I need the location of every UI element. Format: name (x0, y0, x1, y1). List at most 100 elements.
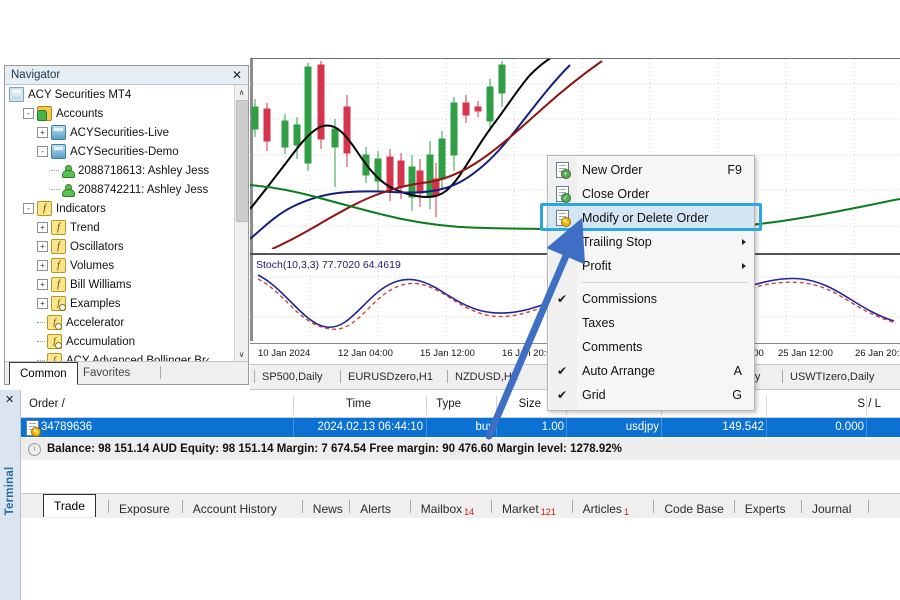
account-status-text: Balance: 98 151.14 AUD Equity: 98 151.14… (47, 443, 622, 455)
tree-item[interactable]: ACY Securities MT4 (5, 85, 234, 104)
terminal-tab-exposure[interactable]: Exposure (119, 497, 170, 516)
tree-item[interactable]: + f Trend (5, 218, 234, 237)
terminal-tab-trade[interactable]: Trade (43, 494, 96, 517)
expand-icon[interactable]: + (37, 279, 48, 290)
cell-divider (566, 418, 567, 437)
terminal-tab-market[interactable]: Market 121 (502, 497, 556, 517)
tree-item[interactable]: f ACY Advanced Bollinger Br‹ (5, 351, 234, 361)
chart-tab[interactable]: SP500,Daily (262, 368, 323, 386)
orders-table-header[interactable]: Order / Time Type Size S / L (21, 394, 900, 418)
menu-item-grid[interactable]: ✔ Grid G (548, 383, 754, 407)
tab-separator (782, 370, 783, 383)
chart-tab[interactable]: EURUSDzero,H1 (348, 368, 433, 386)
menu-item-comments[interactable]: Comments (548, 335, 754, 359)
tree-item[interactable]: + f Oscillators (5, 237, 234, 256)
terminal-tab-articles[interactable]: Articles 1 (583, 497, 629, 517)
expand-icon[interactable]: + (37, 241, 48, 252)
table-row[interactable]: ✎ 34789636 2024.02.13 06:44:10 buy 1.00 usdjp… (21, 418, 900, 437)
menu-item-label: Trailing Stop (582, 235, 652, 249)
tab-separator (447, 370, 448, 383)
check-icon: ✔ (556, 364, 568, 378)
menu-item-new-order[interactable]: + New Order F9 (548, 158, 754, 182)
expand-icon[interactable]: + (37, 222, 48, 233)
tab-badge-count: 121 (540, 507, 556, 517)
terminal-tabbar[interactable]: Trade Exposure Account History News Alerts Ma… (21, 493, 900, 518)
tree-item[interactable]: + f Examples (5, 294, 234, 313)
terminal-tab-account-history[interactable]: Account History (193, 497, 277, 516)
menu-item-taxes[interactable]: Taxes (548, 311, 754, 335)
menu-item-commissions[interactable]: ✔ Commissions (548, 287, 754, 311)
column-divider[interactable] (426, 396, 427, 415)
chevron-down-icon[interactable]: ∨ (235, 347, 248, 361)
time-axis-label: 10 Jan 2024 (258, 348, 311, 359)
tree-item[interactable]: 2088718613: Ashley Jess (5, 161, 234, 180)
function-icon: f (51, 239, 66, 254)
tab-badge-count: 14 (464, 507, 475, 517)
navigator-tab-favorites[interactable]: Favorites (73, 363, 140, 383)
server-icon (51, 125, 66, 140)
scrollbar-thumb[interactable] (236, 100, 248, 222)
order-icon: ✎ (25, 420, 41, 437)
close-icon[interactable]: ✕ (230, 69, 244, 81)
terminal-content: Order / Time Type Size S / L ✎ 34789636 2024.0… (21, 390, 900, 600)
tab-separator (160, 366, 161, 379)
tree-item[interactable]: 2088742211: Ashley Jess (5, 180, 234, 199)
terminal-panel[interactable]: ✕ Terminal Order / Time Type Size S / L ✎ 347… (0, 390, 900, 600)
tree-item[interactable]: f Accumulation (5, 332, 234, 351)
cell-divider (496, 418, 497, 437)
column-header[interactable]: Time (301, 398, 371, 410)
tab-separator (181, 500, 183, 513)
tab-separator (571, 500, 573, 513)
terminal-tab-code-base[interactable]: Code Base (664, 497, 723, 516)
navigator-panel[interactable]: Navigator ✕ ACY Securities MT4 - Accounts +… (4, 65, 249, 385)
column-divider[interactable] (866, 396, 867, 415)
chart-tab[interactable]: USWTIzero,Daily (790, 368, 874, 386)
terminal-sidebar: ✕ Terminal (0, 390, 21, 600)
check-icon: ✔ (556, 292, 568, 306)
terminal-tab-mailbox[interactable]: Mailbox 14 (421, 497, 475, 517)
column-header[interactable]: S / L (811, 398, 881, 410)
tree-item[interactable]: - Accounts (5, 104, 234, 123)
terminal-vertical-label: Terminal (4, 466, 16, 516)
collapse-icon[interactable]: - (23, 108, 34, 119)
tree-item[interactable]: + f Bill Williams (5, 275, 234, 294)
cell-divider (661, 418, 662, 437)
terminal-tab-news[interactable]: News (313, 497, 343, 516)
tree-item[interactable]: + f Volumes (5, 256, 234, 275)
navigator-scrollbar[interactable]: ∧ ∨ (234, 85, 248, 361)
expand-icon[interactable]: + (37, 260, 48, 271)
tree-item[interactable]: - ACYSecurities-Demo (5, 142, 234, 161)
column-divider[interactable] (496, 396, 497, 415)
terminal-close-icon[interactable]: ✕ (5, 393, 14, 406)
chart-tab[interactable]: NZDUSD,H1 (455, 368, 518, 386)
tree-connector (51, 189, 59, 190)
column-divider[interactable] (293, 396, 294, 415)
expand-icon[interactable]: + (37, 298, 48, 309)
chevron-up-icon[interactable]: ∧ (235, 85, 248, 99)
tree-item[interactable]: - f Indicators (5, 199, 234, 218)
expand-icon[interactable]: + (37, 127, 48, 138)
menu-item-auto-arrange[interactable]: ✔ Auto Arrange A (548, 359, 754, 383)
terminal-tab-experts[interactable]: Experts (745, 497, 786, 516)
terminal-tab-journal[interactable]: Journal (812, 497, 851, 516)
collapse-icon[interactable]: - (23, 203, 34, 214)
cell-divider (426, 418, 427, 437)
tree-item[interactable]: + ACYSecurities-Live (5, 123, 234, 142)
tree-item[interactable]: f Accelerator (5, 313, 234, 332)
navigator-tabbar[interactable]: Common Favorites (5, 361, 248, 385)
accounts-icon (37, 106, 52, 121)
collapse-icon[interactable]: - (37, 146, 48, 157)
tab-separator (491, 500, 492, 513)
navigator-tab-common[interactable]: Common (9, 362, 78, 385)
menu-item-trailing-stop[interactable]: Trailing Stop (548, 230, 754, 254)
custom-function-icon: f (47, 353, 62, 361)
check-icon: ✔ (556, 388, 568, 402)
menu-item-label: Auto Arrange (582, 364, 655, 378)
column-header[interactable]: Order / (29, 398, 65, 410)
navigator-tree[interactable]: ACY Securities MT4 - Accounts + ACYSecuritie… (5, 85, 248, 361)
order-context-menu[interactable]: + New Order F9 ✓ Close Order ✎ Modify or Delet… (547, 155, 755, 411)
menu-item-profit[interactable]: Profit (548, 254, 754, 278)
column-divider[interactable] (766, 396, 767, 415)
terminal-tab-alerts[interactable]: Alerts (360, 497, 391, 516)
column-header[interactable]: Size (471, 398, 541, 410)
